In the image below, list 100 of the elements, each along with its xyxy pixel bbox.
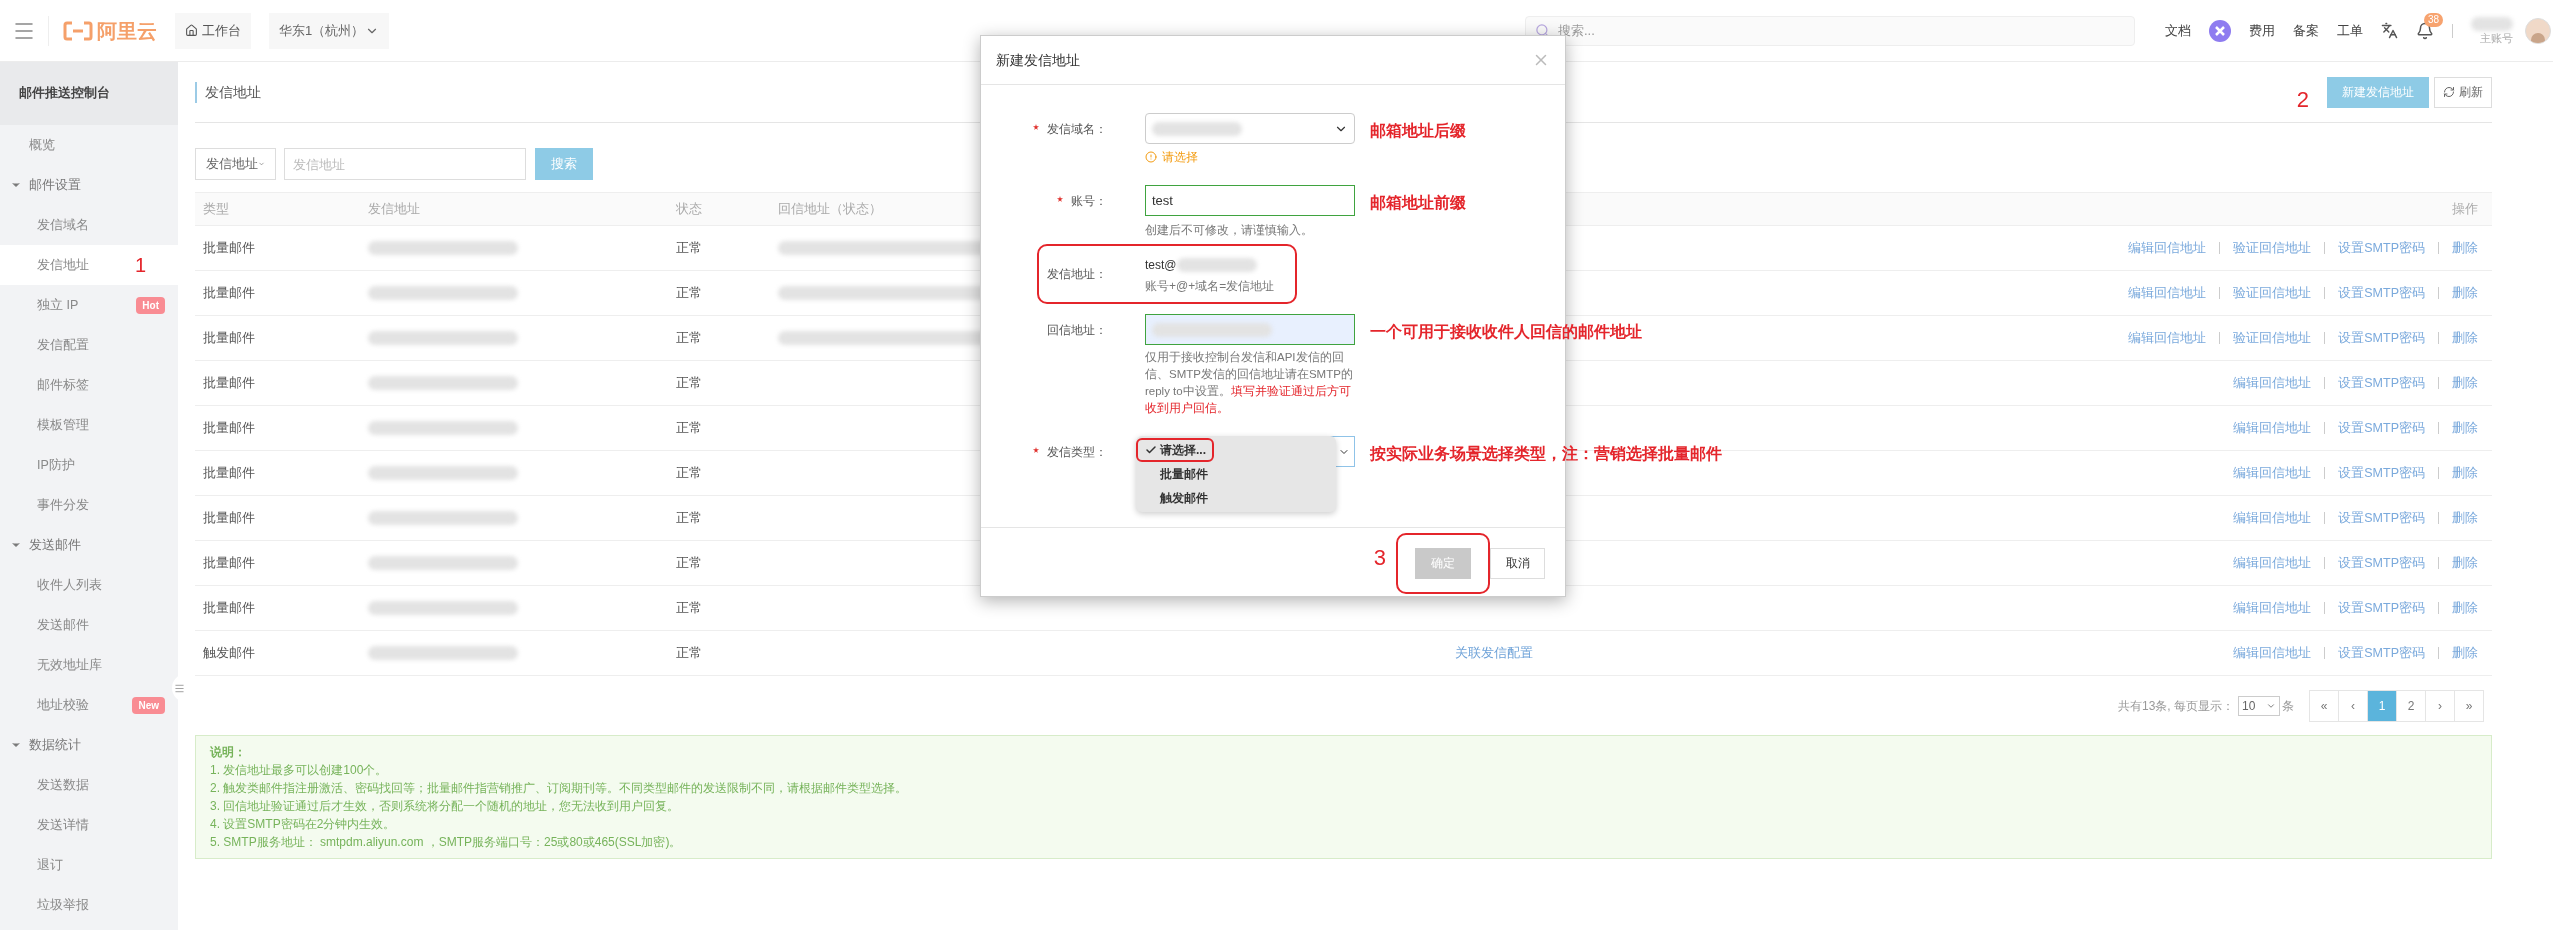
dropdown-option[interactable]: 请选择... [1136, 438, 1214, 462]
console-title: 邮件推送控制台 [19, 85, 110, 103]
sidebar-group[interactable]: 发送邮件 [0, 525, 178, 565]
action-link[interactable]: 编辑回信地址 [2233, 643, 2312, 663]
sidebar-badge: Hot [136, 296, 165, 314]
action-link[interactable]: 删除 [2452, 418, 2478, 438]
action-link[interactable]: 验证回信地址 [2233, 238, 2312, 258]
annotation-text: 邮箱地址后缀 [1370, 121, 1466, 141]
docs-link[interactable]: 文档 [2165, 20, 2191, 41]
action-link[interactable]: 设置SMTP密码 [2338, 463, 2425, 483]
action-link[interactable]: 删除 [2452, 283, 2478, 303]
sidebar-item[interactable]: 发送详情 [0, 805, 178, 845]
action-link[interactable]: 设置SMTP密码 [2338, 373, 2425, 393]
action-link[interactable]: 编辑回信地址 [2233, 508, 2312, 528]
table-cell: 正常 [676, 600, 702, 615]
action-link[interactable]: 编辑回信地址 [2233, 373, 2312, 393]
dropdown-option[interactable]: 批量邮件 [1136, 462, 1216, 486]
action-link[interactable]: 删除 [2452, 238, 2478, 258]
table-cell: 正常 [676, 645, 702, 660]
sidebar-item[interactable]: 发送数据 [0, 765, 178, 805]
sidebar-group[interactable]: 数据统计 [0, 725, 178, 765]
action-link[interactable]: 删除 [2452, 328, 2478, 348]
field-hint: 仅用于接收控制台发信和API发信的回信、SMTP发信的回信地址请在SMTP的reply to中设置。填写并验证通过后方可收到用户回信。 [1145, 350, 1354, 416]
action-link[interactable]: 编辑回信地址 [2233, 463, 2312, 483]
action-link[interactable]: 删除 [2452, 463, 2478, 483]
sidebar-item[interactable]: 地址校验 New [0, 685, 178, 725]
sidebar-item[interactable]: 模板管理 [0, 405, 178, 445]
sidebar-item[interactable]: 垃圾举报 [0, 885, 178, 925]
step-number: 2 [2296, 85, 2309, 114]
sidebar-item[interactable]: 发信配置 [0, 325, 178, 365]
field-label: 发信域名： [1047, 120, 1107, 138]
action-link[interactable]: 设置SMTP密码 [2338, 553, 2425, 573]
action-link[interactable]: 编辑回信地址 [2128, 328, 2207, 348]
account-label: 主账号 [2480, 30, 2513, 45]
page-button[interactable]: ‹ [2338, 690, 2368, 722]
page-button[interactable]: 2 [2396, 690, 2426, 722]
action-link[interactable]: 编辑回信地址 [2128, 238, 2207, 258]
action-link[interactable]: 设置SMTP密码 [2338, 238, 2425, 258]
sidebar-item[interactable]: 无效地址库 [0, 645, 178, 685]
search-button[interactable]: 搜索 [535, 148, 593, 180]
action-link[interactable]: 设置SMTP密码 [2338, 643, 2425, 663]
action-link[interactable]: 设置SMTP密码 [2338, 508, 2425, 528]
action-link[interactable]: 编辑回信地址 [2233, 598, 2312, 618]
page-button[interactable]: « [2309, 690, 2339, 722]
action-link[interactable]: 删除 [2452, 508, 2478, 528]
nav-link[interactable]: 工单 [2337, 20, 2363, 41]
sidebar-item[interactable]: 发送邮件 [0, 605, 178, 645]
notification-badge: 38 [2424, 12, 2444, 27]
refresh-button[interactable]: 刷新 [2434, 76, 2492, 108]
action-link[interactable]: 设置SMTP密码 [2338, 328, 2425, 348]
cancel-button[interactable]: 取消 [1490, 547, 1545, 579]
table-cell: 批量邮件 [203, 330, 255, 345]
nav-link[interactable]: 备案 [2293, 20, 2319, 41]
field-hint: 账号+@+域名=发信地址 [1145, 278, 1276, 295]
table-cell: 批量邮件 [203, 375, 255, 390]
account-input[interactable]: test [1145, 185, 1355, 216]
sidebar-item[interactable]: 退订 [0, 845, 178, 885]
field-label: 账号： [1071, 192, 1107, 210]
action-link[interactable]: 设置SMTP密码 [2338, 283, 2425, 303]
table-cell: 批量邮件 [203, 510, 255, 525]
filter-select[interactable]: 发信地址 [195, 148, 276, 180]
table-cell: 正常 [676, 510, 702, 525]
config-link[interactable]: 关联发信配置 [1455, 645, 1533, 660]
nav-link[interactable]: 费用 [2249, 20, 2275, 41]
search-input[interactable]: 发信地址 [284, 148, 526, 180]
sidebar-item[interactable]: 发信地址 1 [0, 245, 178, 285]
column-header: 发信地址 [368, 201, 420, 216]
action-link[interactable]: 编辑回信地址 [2128, 283, 2207, 303]
sidebar-item[interactable]: IP防护 [0, 445, 178, 485]
dropdown-option[interactable]: 触发邮件 [1136, 486, 1216, 510]
region-select[interactable]: 华东1（杭州） [269, 12, 389, 49]
action-link[interactable]: 删除 [2452, 598, 2478, 618]
action-link[interactable]: 设置SMTP密码 [2338, 598, 2425, 618]
action-link[interactable]: 编辑回信地址 [2233, 553, 2312, 573]
note-line: 5. SMTP服务地址： smtpdm.aliyun.com ，SMTP服务端口号：25或80或465(SSL加密)。 [210, 834, 683, 851]
sidebar-item[interactable]: 事件分发 [0, 485, 178, 525]
new-address-button[interactable]: 新建发信地址 [2327, 76, 2429, 108]
logo-text: 阿里云 [97, 18, 157, 44]
action-link[interactable]: 编辑回信地址 [2233, 418, 2312, 438]
page-button[interactable]: » [2454, 690, 2484, 722]
table-cell: 批量邮件 [203, 465, 255, 480]
workbench-button[interactable]: 工作台 [175, 12, 251, 49]
page-size-select[interactable]: 10 [2238, 696, 2280, 716]
action-link[interactable]: 删除 [2452, 643, 2478, 663]
sidebar-item[interactable]: 独立 IP Hot [0, 285, 178, 325]
action-link[interactable]: 验证回信地址 [2233, 328, 2312, 348]
action-link[interactable]: 设置SMTP密码 [2338, 418, 2425, 438]
annotation-text: 邮箱地址前缀 [1370, 193, 1466, 213]
sidebar-item[interactable]: 邮件标签 [0, 365, 178, 405]
page-button[interactable]: › [2425, 690, 2455, 722]
action-link[interactable]: 删除 [2452, 373, 2478, 393]
sidebar-group[interactable]: 邮件设置 [0, 165, 178, 205]
action-link[interactable]: 删除 [2452, 553, 2478, 573]
sidebar-item[interactable]: 发信域名 [0, 205, 178, 245]
action-link[interactable]: 验证回信地址 [2233, 283, 2312, 303]
step-number: 3 [1373, 543, 1386, 572]
sidebar-item[interactable]: 收件人列表 [0, 565, 178, 605]
dialog-title: 新建发信地址 [996, 50, 1080, 70]
page-button[interactable]: 1 [2367, 690, 2397, 722]
sidebar-item[interactable]: 概览 [0, 125, 178, 165]
